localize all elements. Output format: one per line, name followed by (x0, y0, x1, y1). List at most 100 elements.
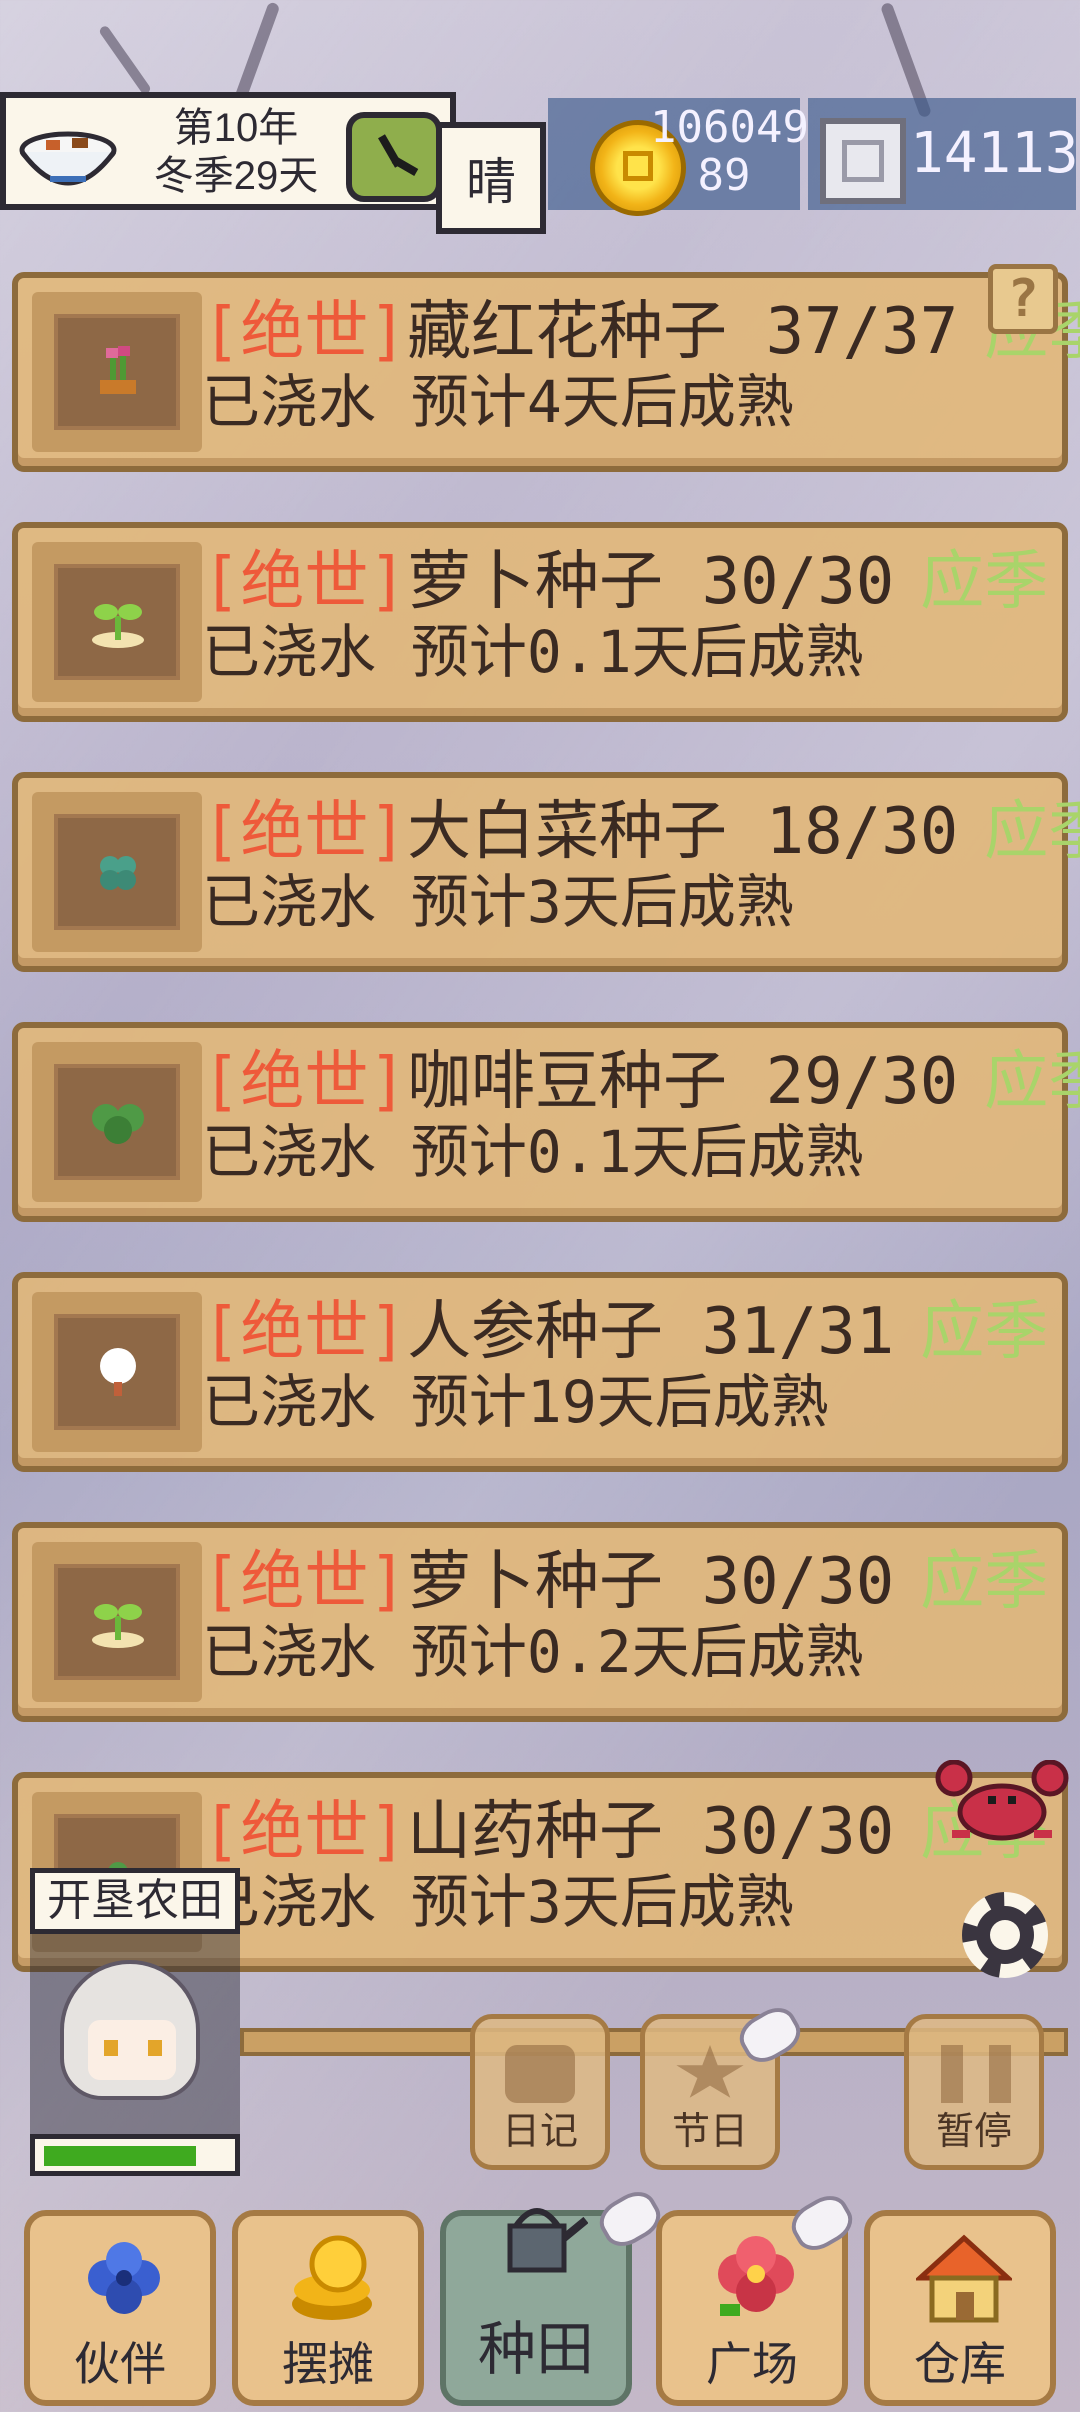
seed-status: 已浇水 预计0.1天后成熟 (202, 618, 864, 686)
seed-rarity: [绝世] (202, 1045, 408, 1119)
nav-partner-label: 伙伴 (74, 2338, 166, 2390)
seed-rarity: [绝世] (202, 295, 408, 369)
coin-amount-line1: 106049 (650, 102, 809, 153)
seed-rarity: [绝世] (202, 1295, 408, 1369)
settings-gear-icon[interactable] (962, 1892, 1048, 1978)
seed-row[interactable]: [绝世]人参种子 31/31 应季已浇水 预计19天后成熟 (12, 1272, 1068, 1472)
pause-button[interactable]: 暂停 (904, 2014, 1044, 2170)
stamina-bar-fill (44, 2146, 196, 2166)
red-flower-icon (718, 2236, 794, 2316)
nav-warehouse[interactable]: 仓库 (864, 2210, 1056, 2406)
clock-icon (346, 112, 442, 202)
seed-count: 29/30 (765, 1045, 959, 1119)
seed-rarity: [绝世] (202, 1545, 408, 1619)
diary-button[interactable]: 日记 (470, 2014, 610, 2170)
seed-slot (32, 1542, 202, 1702)
watering-can-icon (507, 2208, 588, 2273)
weather-badge: 晴 (436, 122, 546, 234)
date-text: 第10年 冬季29天 (126, 104, 346, 200)
gold-coins-icon (292, 2235, 372, 2320)
seed-rarity: [绝世] (202, 545, 408, 619)
seed-season: 应季 (920, 1545, 1049, 1619)
diary-label: 日记 (501, 2111, 578, 2153)
seed-season: 应季 (984, 1045, 1080, 1119)
seed-row[interactable]: [绝世]大白菜种子 18/30 应季已浇水 预计3天后成熟 (12, 772, 1080, 972)
seed-count: 18/30 (765, 795, 959, 869)
date-panel[interactable]: 第10年 冬季29天 (0, 92, 456, 210)
seed-title: [绝世]咖啡豆种子 29/30 应季 (202, 1042, 1080, 1122)
reclaim-farmland-button[interactable]: 开垦农田 (30, 1868, 240, 1934)
seed-name: 萝卜种子 (407, 545, 664, 619)
nav-partner[interactable]: 伙伴 (24, 2210, 216, 2406)
nav-stall-label: 摆摊 (282, 2338, 374, 2390)
seed-status: 已浇水 预计4天后成熟 (202, 368, 794, 436)
seed-row[interactable]: [绝世]萝卜种子 30/30 应季 已浇水 预计0.2天后成熟 (12, 1522, 1068, 1722)
pause-icon (941, 2045, 1011, 2103)
rice-bowl-icon (19, 131, 117, 186)
seed-status: 已浇水 预计0.2天后成熟 (202, 1618, 864, 1686)
silver-gem-icon (820, 118, 906, 204)
house-icon (916, 2234, 1012, 2323)
year-label: 第10年 (173, 106, 299, 150)
seed-count: 30/30 (701, 545, 895, 619)
seed-name: 咖啡豆种子 (407, 1045, 728, 1119)
diary-icon (505, 2045, 575, 2103)
nav-stall[interactable]: 摆摊 (232, 2210, 424, 2406)
coin-amount: 106049 89 (650, 102, 809, 201)
crab-icon[interactable] (932, 1760, 1072, 1846)
help-button[interactable]: ? (988, 264, 1058, 334)
seed-row[interactable]: [绝世]咖啡豆种子 29/30 应季已浇水 预计0.1天后成熟 (12, 1022, 1080, 1222)
seed-row[interactable]: [绝世]萝卜种子 30/30 应季 已浇水 预计0.1天后成熟 (12, 522, 1068, 722)
seed-name: 萝卜种子 (407, 1545, 664, 1619)
seed-title: [绝世]萝卜种子 30/30 应季 (202, 1542, 1048, 1622)
seed-title: [绝世]萝卜种子 30/30 应季 (202, 542, 1048, 622)
ginseng-icon (54, 1314, 180, 1430)
tree-branch (97, 24, 153, 96)
nav-plaza-label: 广场 (706, 2338, 798, 2390)
nav-warehouse-label: 仓库 (914, 2338, 1006, 2390)
nav-farming[interactable]: 种田 (440, 2208, 632, 2406)
seed-status: 已浇水 预计3天后成熟 (202, 1868, 794, 1936)
character-eye-left (104, 2040, 118, 2056)
seed-status: 已浇水 预计19天后成熟 (202, 1368, 829, 1436)
seed-rarity: [绝世] (202, 795, 408, 869)
seed-season: 应季 (984, 795, 1080, 869)
seed-slot (32, 1292, 202, 1452)
seed-row[interactable]: [绝世]藏红花种子 37/37应季已浇水 预计4天后成熟 (12, 272, 1080, 472)
seed-name: 大白菜种子 (407, 795, 728, 869)
seed-slot (32, 1042, 202, 1202)
coin-amount-line2: 89 (697, 150, 751, 201)
pause-label: 暂停 (935, 2111, 1012, 2153)
seedling-icon (54, 564, 180, 680)
seed-status: 已浇水 预计0.1天后成熟 (202, 1118, 864, 1186)
seed-title: [绝世]藏红花种子 37/37应季 (202, 292, 1080, 372)
seed-slot (32, 542, 202, 702)
seed-count: 30/30 (701, 1795, 895, 1869)
seed-name: 人参种子 (407, 1295, 664, 1369)
nav-farming-label: 种田 (477, 2317, 594, 2382)
seed-season: 应季 (920, 1295, 1049, 1369)
festival-label: 节日 (671, 2111, 748, 2153)
seed-count: 31/31 (701, 1295, 895, 1369)
sprout-icon (54, 814, 180, 930)
bush-icon (54, 1064, 180, 1180)
seed-name: 藏红花种子 (407, 295, 728, 369)
seed-season: 应季 (920, 545, 1049, 619)
seed-count: 37/37 (765, 295, 959, 369)
saffron-sprout-icon (54, 314, 180, 430)
seed-title: [绝世]人参种子 31/31 应季 (202, 1292, 1048, 1372)
star-icon (676, 2045, 744, 2098)
seed-slot (32, 792, 202, 952)
seed-title: [绝世]大白菜种子 18/30 应季 (202, 792, 1080, 872)
seed-count: 30/30 (701, 1545, 895, 1619)
seed-status: 已浇水 预计3天后成熟 (202, 868, 794, 936)
character-eye-right (148, 2040, 162, 2056)
season-day-label: 冬季29天 (153, 154, 319, 198)
seed-name: 山药种子 (407, 1795, 664, 1869)
seed-rarity: [绝世] (202, 1795, 408, 1869)
seed-title: [绝世]山药种子 30/30应季 (202, 1792, 1048, 1872)
blue-flower-icon (88, 2242, 160, 2314)
gem-amount: 14113 (910, 121, 1079, 186)
seed-slot (32, 292, 202, 452)
seedling-icon (54, 1564, 180, 1680)
